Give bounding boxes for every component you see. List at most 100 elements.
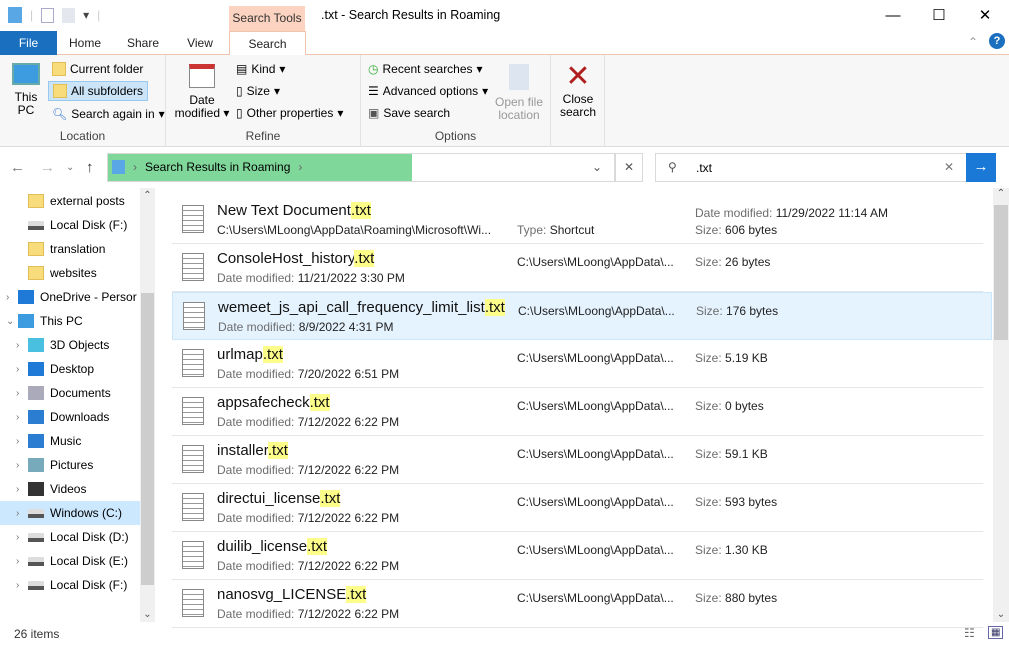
ribbon-tabs: File Home Share View Search ⌃ ? (0, 31, 1009, 56)
recent-searches-button[interactable]: ◷ Recent searches ▾ (368, 62, 483, 76)
folder-icon (28, 242, 44, 256)
cancel-search-button[interactable]: ✕ (615, 153, 643, 182)
expand-chevron-icon[interactable]: › (16, 364, 26, 375)
expand-chevron-icon[interactable]: › (16, 388, 26, 399)
expand-chevron-icon[interactable]: ⌄ (6, 316, 16, 327)
address-bar[interactable]: › Search Results in Roaming › ⌄ (107, 153, 615, 182)
nav-item[interactable]: › Music (0, 429, 140, 453)
kind-button[interactable]: ▤ Kind ▾ (236, 62, 285, 76)
this-pc-button[interactable]: This PC (8, 63, 44, 117)
pc-icon (18, 314, 34, 328)
nav-item-label: Videos (50, 482, 87, 496)
nav-item[interactable]: › Pictures (0, 453, 140, 477)
forward-button[interactable]: → (40, 159, 55, 176)
nav-item[interactable]: › Local Disk (F:) (0, 573, 140, 597)
minimize-button[interactable]: — (870, 0, 916, 31)
file-row[interactable]: New Text Document.txt C:\Users\MLoong\App… (172, 196, 983, 244)
customize-qa-dropdown[interactable]: ▾ (83, 8, 89, 22)
tiles-view-button[interactable]: ▦ (988, 626, 1004, 639)
match-highlight: .txt (309, 394, 330, 411)
music-icon (28, 434, 44, 448)
tab-search[interactable]: Search (229, 31, 306, 56)
expand-chevron-icon[interactable]: › (16, 532, 26, 543)
nav-item-label: Windows (C:) (50, 506, 123, 520)
expand-chevron-icon[interactable]: › (16, 340, 26, 351)
close-button[interactable]: ✕ (962, 0, 1008, 31)
recent-locations-dropdown[interactable]: ⌄ (66, 162, 74, 173)
close-search-button[interactable]: ✕ Close search (555, 61, 601, 119)
nav-item[interactable]: › Videos (0, 477, 140, 501)
date-modified-button[interactable]: Date modified ▾ (174, 64, 230, 120)
tab-share[interactable]: Share (113, 31, 173, 55)
nav-item[interactable]: translation (0, 237, 140, 261)
nav-item[interactable]: › Downloads (0, 405, 140, 429)
size-icon: ▯ (236, 84, 243, 98)
file-row[interactable]: urlmap.txt Date modified: 7/20/2022 6:51 … (172, 340, 983, 388)
file-row[interactable]: directui_license.txt Date modified: 7/12/… (172, 484, 983, 532)
nav-item[interactable]: Local Disk (F:) (0, 213, 140, 237)
search-again-in-button[interactable]: 🔍︎ Search again in ▾ (52, 107, 165, 121)
text-file-icon (182, 349, 204, 377)
nav-item[interactable]: ⌄ This PC (0, 309, 140, 333)
nav-item-label: Documents (50, 386, 111, 400)
file-row[interactable]: nanosvg_LICENSE.txt Date modified: 7/12/2… (172, 580, 983, 628)
nav-item[interactable]: › Documents (0, 381, 140, 405)
search-box[interactable]: ⚲ .txt ✕ (655, 153, 967, 182)
advanced-options-button[interactable]: ☰ Advanced options ▾ (368, 84, 488, 98)
maximize-button[interactable]: ☐ (916, 0, 962, 31)
nav-item[interactable]: external posts (0, 189, 140, 213)
scrollbar-thumb[interactable] (994, 205, 1008, 340)
expand-chevron-icon[interactable]: › (16, 460, 26, 471)
help-icon[interactable]: ? (989, 33, 1005, 49)
breadcrumb[interactable]: Search Results in Roaming (145, 160, 290, 174)
file-row[interactable]: installer.txt Date modified: 7/12/2022 6:… (172, 436, 983, 484)
expand-chevron-icon[interactable]: › (6, 292, 16, 303)
nav-item-label: translation (50, 242, 106, 256)
expand-chevron-icon[interactable]: › (16, 508, 26, 519)
file-row[interactable]: wemeet_js_api_call_frequency_limit_list.… (172, 292, 992, 340)
nav-item[interactable]: › Local Disk (D:) (0, 525, 140, 549)
match-highlight: .txt (262, 346, 283, 363)
save-search-button[interactable]: ▣ Save search (368, 106, 450, 120)
expand-chevron-icon[interactable]: › (16, 436, 26, 447)
other-properties-button[interactable]: ▯ Other properties ▾ (236, 106, 343, 120)
nav-item[interactable]: › 3D Objects (0, 333, 140, 357)
match-highlight: .txt (354, 250, 375, 267)
nav-item[interactable]: websites (0, 261, 140, 285)
search-go-button[interactable]: → (966, 153, 996, 182)
tab-home[interactable]: Home (57, 31, 113, 55)
nav-item-label: Pictures (50, 458, 94, 472)
nav-item[interactable]: › Desktop (0, 357, 140, 381)
tab-view[interactable]: View (173, 31, 227, 55)
up-button[interactable]: ↑ (86, 159, 94, 176)
tab-file[interactable]: File (0, 31, 57, 55)
file-date: Date modified: 7/12/2022 6:22 PM (217, 559, 400, 573)
file-row[interactable]: duilib_license.txt Date modified: 7/12/20… (172, 532, 983, 580)
address-dropdown[interactable]: ⌄ (592, 160, 602, 174)
file-row[interactable]: appsafecheck.txt Date modified: 7/12/2022… (172, 388, 983, 436)
file-row[interactable]: ConsoleHost_history.txt Date modified: 11… (172, 244, 983, 292)
details-view-button[interactable]: ☷ (964, 626, 975, 640)
nav-item[interactable]: › Local Disk (E:) (0, 549, 140, 573)
current-folder-button[interactable]: Current folder (52, 62, 143, 76)
collapse-ribbon-icon[interactable]: ⌃ (968, 35, 978, 49)
nav-scrollbar[interactable]: ⌃ ⌄ (140, 188, 155, 622)
properties-icon[interactable] (41, 7, 55, 23)
search-input[interactable]: .txt (696, 161, 712, 175)
all-subfolders-button[interactable]: All subfolders (48, 81, 149, 101)
size-button[interactable]: ▯ Size ▾ (236, 84, 280, 98)
clear-search-icon[interactable]: ✕ (944, 160, 954, 174)
back-button[interactable]: ← (10, 159, 25, 176)
expand-chevron-icon[interactable]: › (16, 556, 26, 567)
nav-item[interactable]: › OneDrive - Persor (0, 285, 140, 309)
properties-icon: ▯ (236, 106, 243, 120)
disk-icon (28, 220, 44, 230)
new-folder-icon[interactable] (62, 7, 76, 23)
expand-chevron-icon[interactable]: › (16, 484, 26, 495)
file-date: Date modified: 7/12/2022 6:22 PM (217, 415, 400, 429)
expand-chevron-icon[interactable]: › (16, 412, 26, 423)
nav-item[interactable]: › Windows (C:) (0, 501, 140, 525)
computer-icon (12, 63, 40, 85)
options-group: ◷ Recent searches ▾ ☰ Advanced options ▾ ▣ Sa… (361, 55, 551, 147)
expand-chevron-icon[interactable]: › (16, 580, 26, 591)
